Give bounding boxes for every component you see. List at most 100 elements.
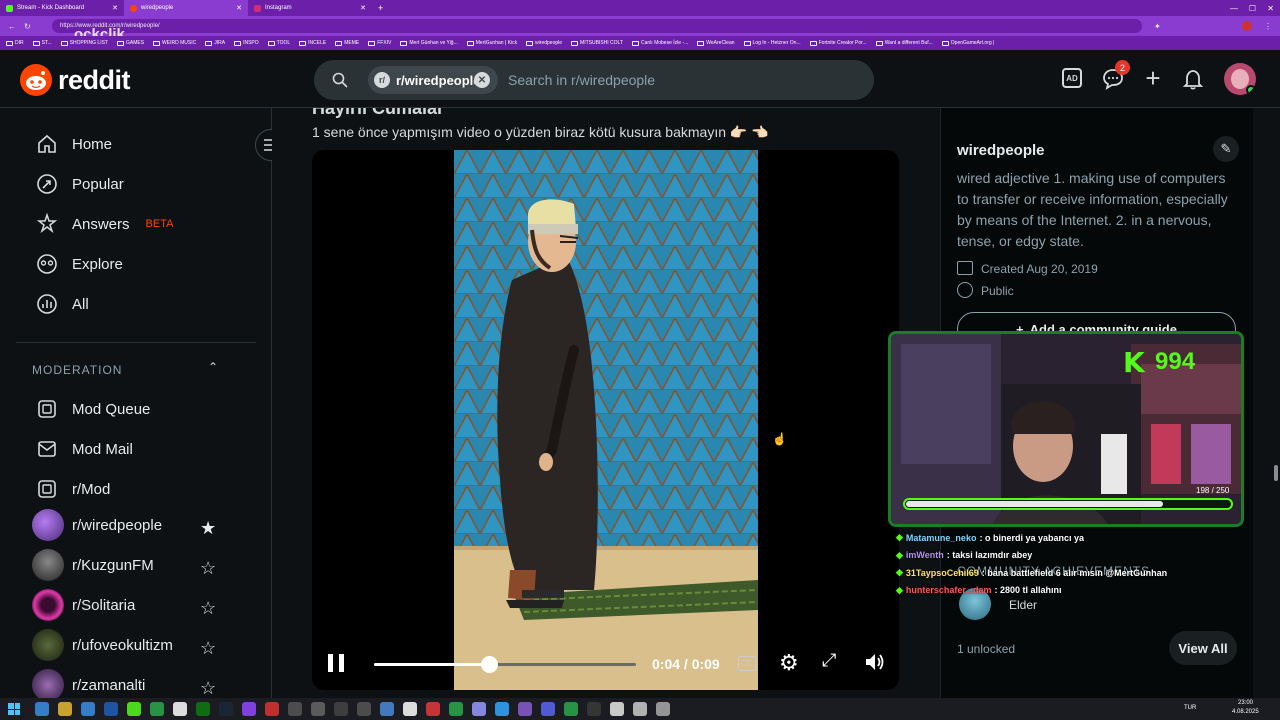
maximize-icon[interactable]: ☐ bbox=[1249, 4, 1256, 13]
moderation-heading[interactable]: MODERATION bbox=[32, 363, 122, 377]
taskbar-app-icon[interactable] bbox=[310, 702, 325, 716]
community-item[interactable]: r/Solitaria bbox=[32, 589, 135, 621]
view-all-button[interactable]: View All bbox=[1169, 631, 1237, 665]
taskbar-app-icon[interactable] bbox=[379, 702, 394, 716]
reddit-logo[interactable]: reddit bbox=[20, 64, 131, 96]
bookmark-item[interactable]: TOOL bbox=[267, 40, 290, 46]
advertise-icon[interactable]: AD bbox=[1062, 68, 1082, 88]
fullscreen-icon[interactable]: ⤢ bbox=[822, 650, 836, 671]
taskbar-app-icon[interactable] bbox=[425, 702, 440, 716]
bookmark-item[interactable]: ST... bbox=[32, 40, 52, 46]
star-outline-icon[interactable]: ☆ bbox=[200, 638, 216, 659]
taskbar-app-icon[interactable] bbox=[126, 702, 141, 716]
community-name[interactable]: wiredpeople bbox=[957, 142, 1045, 159]
seek-bar[interactable] bbox=[374, 656, 636, 673]
back-icon[interactable]: ← bbox=[8, 22, 16, 31]
bookmark-item[interactable]: MEME bbox=[335, 40, 359, 46]
bookmark-item[interactable]: GAMES bbox=[116, 40, 144, 46]
bookmark-item[interactable]: JIRA bbox=[205, 40, 225, 46]
nav-mod-queue[interactable]: Mod Queue bbox=[36, 397, 150, 421]
star-outline-icon[interactable]: ☆ bbox=[200, 558, 216, 579]
bookmark-item[interactable]: Canlı Mobese İzle -... bbox=[632, 40, 688, 46]
community-item[interactable]: r/wiredpeople bbox=[32, 509, 162, 541]
video-player[interactable]: 0:04 / 0:09 CC ⚙ ⤢ bbox=[312, 150, 899, 690]
language-indicator[interactable]: TUR bbox=[1184, 705, 1196, 711]
close-tab-icon[interactable]: ✕ bbox=[112, 4, 118, 12]
create-post-icon[interactable]: + bbox=[1142, 65, 1164, 91]
clock-time[interactable]: 23:00 bbox=[1238, 700, 1253, 706]
taskbar-app-icon[interactable] bbox=[471, 702, 486, 716]
nav-all[interactable]: All bbox=[36, 292, 89, 316]
bookmark-item[interactable]: SHOPPING LIST bbox=[60, 40, 108, 46]
taskbar-app-icon[interactable] bbox=[149, 702, 164, 716]
seek-handle[interactable] bbox=[481, 656, 499, 673]
profile-icon[interactable] bbox=[1242, 21, 1252, 31]
extensions-icon[interactable]: ✦ bbox=[1154, 22, 1161, 31]
taskbar-app-icon[interactable] bbox=[103, 702, 118, 716]
bookmark-item[interactable]: INSPO bbox=[234, 40, 259, 46]
captions-button[interactable]: CC bbox=[738, 656, 756, 671]
taskbar-app-icon[interactable] bbox=[655, 702, 670, 716]
close-tab-icon[interactable]: ✕ bbox=[236, 4, 242, 12]
favorite-star-icon[interactable]: ★ bbox=[200, 518, 216, 539]
taskbar-app-icon[interactable] bbox=[172, 702, 187, 716]
nav-home[interactable]: Home bbox=[36, 132, 112, 156]
nav-explore[interactable]: Explore bbox=[36, 252, 123, 276]
taskbar-app-icon[interactable] bbox=[632, 702, 647, 716]
taskbar-app-icon[interactable] bbox=[448, 702, 463, 716]
bookmark-item[interactable]: MITSUBISHI COLT bbox=[571, 40, 623, 46]
taskbar-app-icon[interactable] bbox=[287, 702, 302, 716]
taskbar-app-icon[interactable] bbox=[218, 702, 233, 716]
star-outline-icon[interactable]: ☆ bbox=[200, 678, 216, 698]
taskbar-app-icon[interactable] bbox=[241, 702, 256, 716]
bookmark-item[interactable]: WEIRD MUSIC bbox=[153, 40, 196, 46]
taskbar-app-icon[interactable] bbox=[540, 702, 555, 716]
clock-date[interactable]: 4.08.2025 bbox=[1232, 709, 1259, 715]
taskbar-app-icon[interactable] bbox=[264, 702, 279, 716]
taskbar-app-icon[interactable] bbox=[57, 702, 72, 716]
browser-tab[interactable]: Stream - Kick Dashboard ✕ bbox=[0, 0, 124, 16]
url-field[interactable]: https://www.reddit.com/r/wiredpeople/ bbox=[52, 19, 1142, 33]
bookmark-item[interactable]: Log In - Hetzner On... bbox=[743, 40, 801, 46]
scrollbar-thumb[interactable] bbox=[1274, 465, 1278, 481]
nav-r-mod[interactable]: r/Mod bbox=[36, 477, 110, 501]
nav-popular[interactable]: Popular bbox=[36, 172, 124, 196]
browser-tab[interactable]: wiredpeople ✕ bbox=[124, 0, 248, 16]
taskbar-app-icon[interactable] bbox=[333, 702, 348, 716]
chat-icon[interactable]: 2 bbox=[1102, 60, 1130, 90]
avatar[interactable] bbox=[1224, 63, 1256, 95]
taskbar-app-icon[interactable] bbox=[356, 702, 371, 716]
taskbar-app-icon[interactable] bbox=[609, 702, 624, 716]
chevron-up-icon[interactable]: ⌃ bbox=[208, 360, 218, 374]
notifications-icon[interactable] bbox=[1182, 68, 1204, 90]
clear-chip-icon[interactable]: ✕ bbox=[474, 72, 490, 88]
bookmark-item[interactable]: WeAreClean bbox=[697, 40, 735, 46]
close-window-icon[interactable]: ✕ bbox=[1267, 4, 1274, 13]
taskbar-app-icon[interactable] bbox=[517, 702, 532, 716]
edit-pencil-icon[interactable]: ✎ bbox=[1213, 136, 1239, 162]
new-tab-icon[interactable]: + bbox=[378, 3, 383, 13]
menu-icon[interactable]: ⋮ bbox=[1264, 22, 1272, 31]
bookmark-item[interactable]: Mert Günhan ve Yiğ... bbox=[400, 40, 458, 46]
bookmark-item[interactable]: Want a different Buf... bbox=[875, 40, 933, 46]
taskbar-app-icon[interactable] bbox=[586, 702, 601, 716]
bookmark-item[interactable]: DIR bbox=[6, 40, 24, 46]
browser-tab[interactable]: Instagram ✕ bbox=[248, 0, 372, 16]
post-title[interactable]: Hayırlı Cumalar bbox=[312, 108, 444, 119]
star-outline-icon[interactable]: ☆ bbox=[200, 598, 216, 619]
minimize-icon[interactable]: — bbox=[1230, 4, 1238, 13]
bookmark-item[interactable]: INCELE bbox=[299, 40, 326, 46]
page-scrollbar[interactable] bbox=[1272, 108, 1280, 698]
community-item[interactable]: r/KuzgunFM bbox=[32, 549, 154, 581]
community-item[interactable]: r/zamanalti bbox=[32, 669, 145, 698]
taskbar-app-icon[interactable] bbox=[402, 702, 417, 716]
settings-gear-icon[interactable]: ⚙ bbox=[779, 650, 799, 676]
subreddit-chip[interactable]: r/ r/wiredpeople ✕ bbox=[368, 66, 498, 94]
bookmark-item[interactable]: OpenGameArt.org | bbox=[941, 40, 994, 46]
community-item[interactable]: r/ufoveokultizm bbox=[32, 629, 173, 661]
taskbar-app-icon[interactable] bbox=[195, 702, 210, 716]
close-tab-icon[interactable]: ✕ bbox=[360, 4, 366, 12]
taskbar-app-icon[interactable] bbox=[80, 702, 95, 716]
search-bar[interactable]: r/ r/wiredpeople ✕ Search in r/wiredpeop… bbox=[314, 60, 874, 100]
volume-icon[interactable] bbox=[864, 652, 886, 672]
